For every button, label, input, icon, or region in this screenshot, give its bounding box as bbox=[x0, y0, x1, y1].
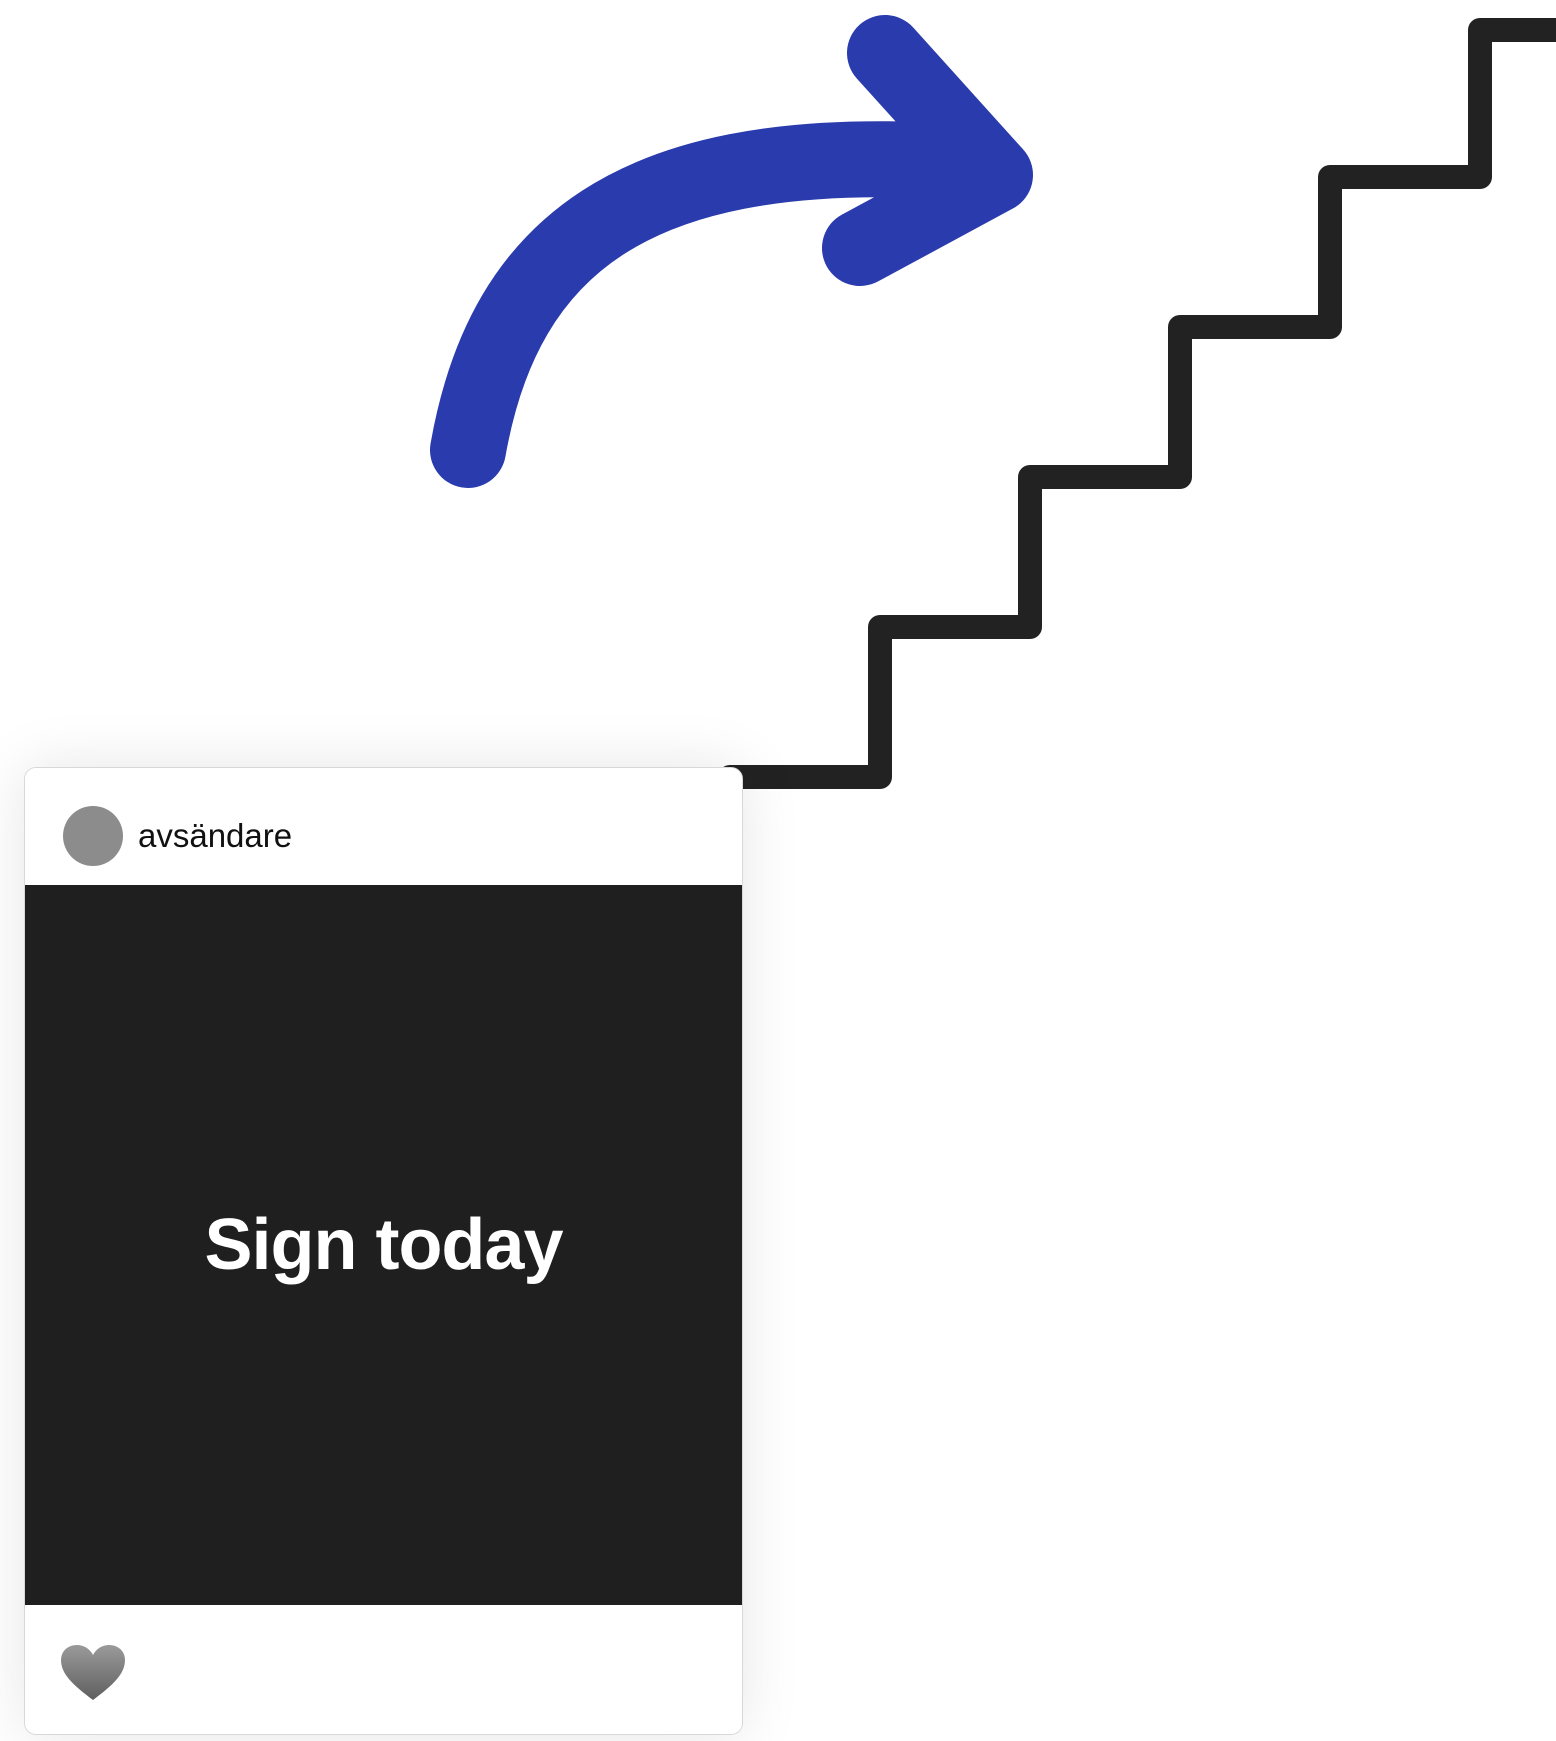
post-header: avsändare bbox=[25, 768, 742, 885]
canvas: avsändare Sign today bbox=[0, 0, 1556, 1741]
avatar[interactable] bbox=[63, 806, 123, 866]
post-image: Sign today bbox=[25, 885, 742, 1605]
post-image-text: Sign today bbox=[204, 1205, 563, 1285]
post-footer bbox=[25, 1605, 742, 1734]
heart-icon[interactable] bbox=[59, 1643, 127, 1703]
sender-name[interactable]: avsändare bbox=[138, 817, 292, 854]
post-card: avsändare Sign today bbox=[24, 767, 743, 1735]
